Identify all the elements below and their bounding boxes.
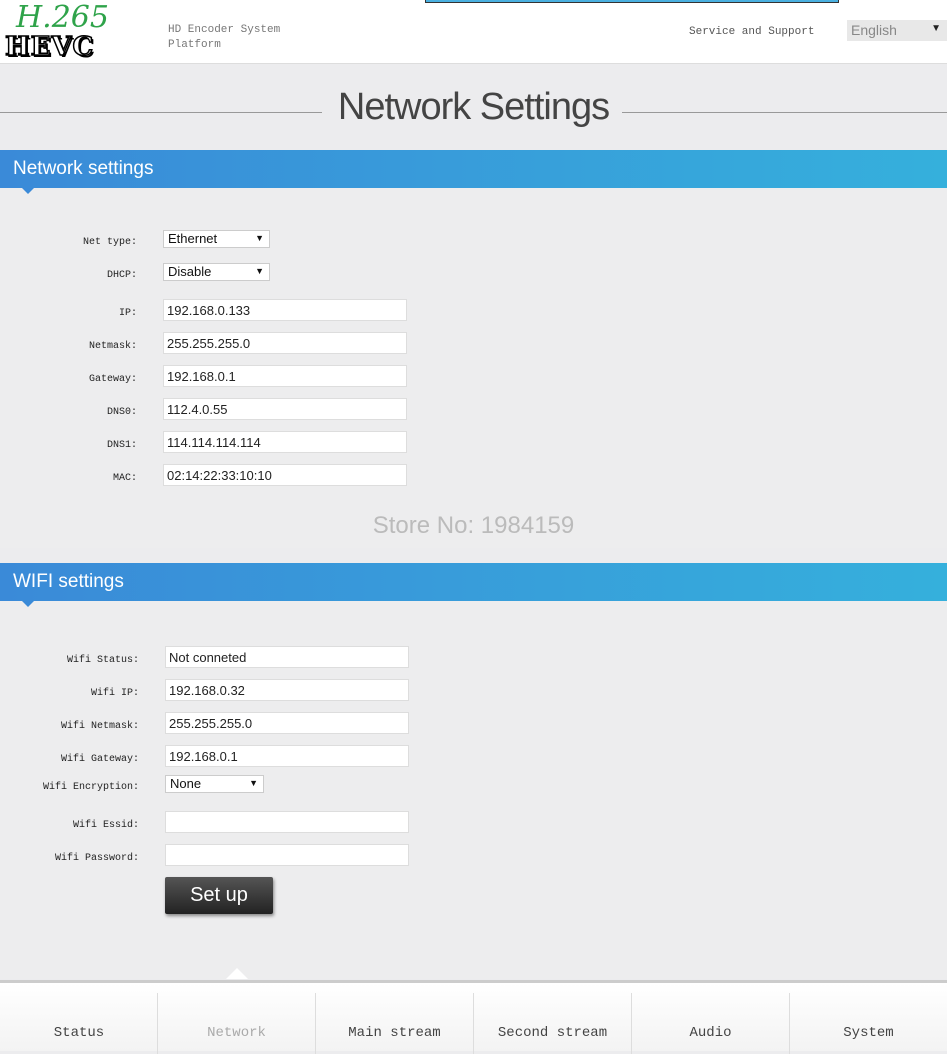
nav-tab-status[interactable]: Status bbox=[0, 993, 158, 1054]
platform-subtitle: HD Encoder System Platform bbox=[168, 23, 280, 53]
nav-tab-second-stream[interactable]: Second stream bbox=[473, 993, 631, 1054]
network-settings-heading: Network settings bbox=[0, 150, 947, 194]
netmask-input[interactable]: 255.255.255.0 bbox=[163, 332, 407, 354]
dhcp-value: Disable bbox=[168, 264, 212, 279]
nav-tab-network[interactable]: Network bbox=[157, 993, 315, 1054]
top-bar bbox=[425, 0, 839, 3]
dns1-input[interactable]: 114.114.114.114 bbox=[163, 431, 407, 453]
netmask-label: Wifi Netmask: bbox=[60, 721, 139, 732]
dhcp-select[interactable]: Disable ▼ bbox=[163, 263, 270, 281]
encryption-label: Wifi Encryption: bbox=[42, 782, 139, 793]
status-label: Wifi Status: bbox=[66, 655, 139, 666]
dns1-label: DNS1: bbox=[106, 440, 137, 451]
logo-hevc: HEVC bbox=[4, 31, 95, 63]
network-panel bbox=[0, 188, 947, 548]
active-tab-indicator bbox=[226, 968, 248, 979]
encryption-select[interactable]: None ▼ bbox=[165, 775, 264, 793]
bottom-nav: Status Network Main stream Second stream Aud… bbox=[0, 980, 947, 1054]
mac-label: MAC: bbox=[112, 473, 137, 484]
netmask-label: Netmask: bbox=[88, 341, 137, 352]
nav-tab-main-stream[interactable]: Main stream bbox=[315, 993, 473, 1054]
net_type-select[interactable]: Ethernet ▼ bbox=[163, 230, 270, 248]
setup-button[interactable]: Set up bbox=[165, 877, 273, 914]
status-input[interactable]: Not conneted bbox=[165, 646, 409, 668]
divider bbox=[622, 112, 947, 113]
ip-input[interactable]: 192.168.0.133 bbox=[163, 299, 407, 321]
subtitle-line2: Platform bbox=[168, 39, 221, 51]
dhcp-label: DHCP: bbox=[106, 270, 137, 281]
gateway-label: Wifi Gateway: bbox=[60, 754, 139, 765]
net_type-label: Net type: bbox=[82, 237, 137, 248]
page-title: Network Settings bbox=[337, 86, 610, 128]
dropdown-arrow-icon: ▼ bbox=[255, 233, 264, 243]
language-select[interactable]: English ▼ bbox=[847, 20, 947, 41]
dropdown-arrow-icon: ▼ bbox=[255, 266, 264, 276]
wifi-settings-heading: WIFI settings bbox=[0, 563, 947, 607]
netmask-input[interactable]: 255.255.255.0 bbox=[165, 712, 409, 734]
wifi-panel bbox=[0, 601, 947, 979]
nav-tab-system[interactable]: System bbox=[789, 993, 947, 1054]
mac-input[interactable]: 02:14:22:33:10:10 bbox=[163, 464, 407, 486]
subtitle-line1: HD Encoder System bbox=[168, 24, 281, 36]
language-value: English bbox=[851, 22, 897, 38]
gateway-label: Gateway: bbox=[88, 374, 137, 385]
dns0-label: DNS0: bbox=[106, 407, 137, 418]
service-support-link[interactable]: Service and Support bbox=[689, 26, 814, 38]
essid-input[interactable] bbox=[165, 811, 409, 833]
dropdown-arrow-icon: ▼ bbox=[249, 778, 258, 788]
dns0-input[interactable]: 112.4.0.55 bbox=[163, 398, 407, 420]
net_type-value: Ethernet bbox=[168, 231, 218, 246]
logo-h265: H.265 bbox=[16, 0, 109, 35]
ip-label: Wifi IP: bbox=[90, 688, 139, 699]
dropdown-arrow-icon: ▼ bbox=[931, 23, 941, 34]
divider bbox=[0, 112, 322, 113]
password-label: Wifi Password: bbox=[54, 853, 139, 864]
gateway-input[interactable]: 192.168.0.1 bbox=[165, 745, 409, 767]
nav-tab-audio[interactable]: Audio bbox=[631, 993, 789, 1054]
ip-input[interactable]: 192.168.0.32 bbox=[165, 679, 409, 701]
watermark: Store No: 1984159 bbox=[372, 512, 575, 539]
header: H.265 HEVC HD Encoder System Platform Ser… bbox=[0, 0, 947, 64]
password-input[interactable] bbox=[165, 844, 409, 866]
page-title-area: Network Settings bbox=[0, 86, 947, 129]
ip-label: IP: bbox=[118, 308, 137, 319]
essid-label: Wifi Essid: bbox=[72, 820, 139, 831]
encryption-value: None bbox=[170, 776, 202, 791]
gateway-input[interactable]: 192.168.0.1 bbox=[163, 365, 407, 387]
